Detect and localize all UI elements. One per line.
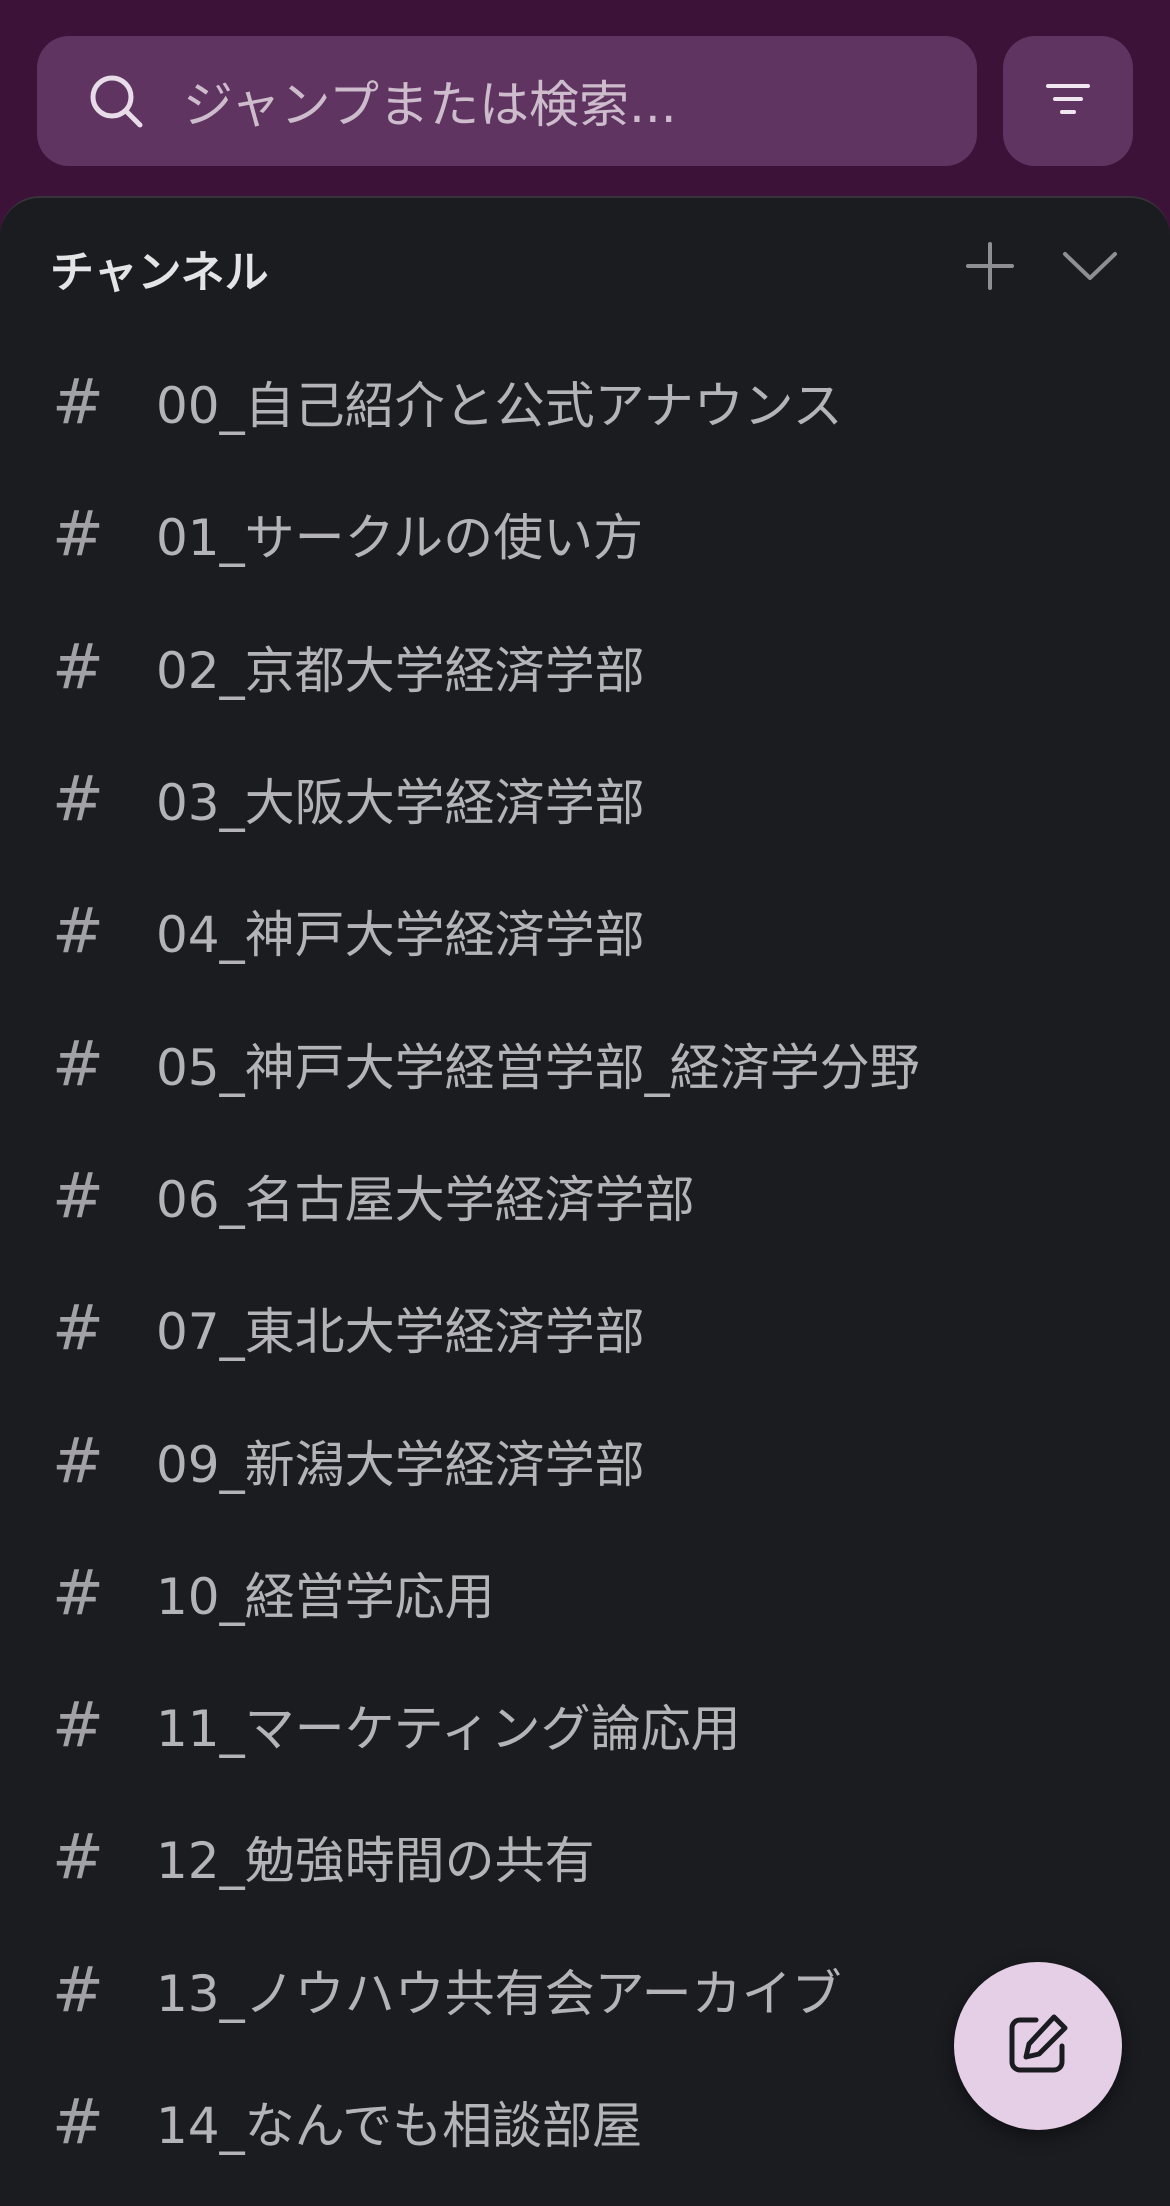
channel-name: 04_神戸大学経済学部 xyxy=(156,906,645,965)
search-placeholder: ジャンプまたは検索... xyxy=(183,76,677,134)
add-channel-button[interactable] xyxy=(950,228,1030,308)
channel-item[interactable]: # 04_神戸大学経済学部 xyxy=(0,865,1170,997)
channel-item[interactable]: # 06_名古屋大学経済学部 xyxy=(0,1130,1170,1262)
channel-item[interactable]: # 05_神戸大学経営学部_経済学分野 xyxy=(0,997,1170,1129)
channel-name: 05_神戸大学経営学部_経済学分野 xyxy=(156,1038,920,1097)
channel-name: 12_勉強時間の共有 xyxy=(156,1832,595,1891)
hash-icon: # xyxy=(52,1952,104,2026)
hash-icon: # xyxy=(52,762,104,836)
section-title[interactable]: チャンネル xyxy=(50,236,930,300)
channel-name: 13_ノウハウ共有会アーカイブ xyxy=(156,1964,842,2023)
hash-icon: # xyxy=(52,497,104,571)
channel-item[interactable]: # 07_東北大学経済学部 xyxy=(0,1262,1170,1394)
channel-item[interactable]: # 09_新潟大学経済学部 xyxy=(0,1394,1170,1526)
channel-item[interactable]: # 02_京都大学経済学部 xyxy=(0,601,1170,733)
hash-icon: # xyxy=(52,1291,104,1365)
channels-panel: チャンネル # 00_自己紹介と公式アナウンス # 01_サークルの使い方 # … xyxy=(0,196,1170,2206)
channel-name: 06_名古屋大学経済学部 xyxy=(156,1170,695,1229)
channel-item[interactable]: # 10_経営学応用 xyxy=(0,1527,1170,1659)
channel-name: 03_大阪大学経済学部 xyxy=(156,774,645,833)
hash-icon: # xyxy=(52,1026,104,1100)
filter-button[interactable] xyxy=(1003,36,1133,166)
collapse-section-button[interactable] xyxy=(1050,228,1130,308)
hash-icon: # xyxy=(52,1820,104,1894)
channel-list: # 00_自己紹介と公式アナウンス # 01_サークルの使い方 # 02_京都大… xyxy=(0,336,1170,2188)
channel-item[interactable]: # 01_サークルの使い方 xyxy=(0,468,1170,600)
top-bar: ジャンプまたは検索... xyxy=(0,0,1170,200)
channel-name: 00_自己紹介と公式アナウンス xyxy=(156,377,843,436)
channel-item[interactable]: # 12_勉強時間の共有 xyxy=(0,1791,1170,1923)
section-header: チャンネル xyxy=(50,228,1130,308)
compose-icon xyxy=(1006,2012,1070,2080)
channel-name: 01_サークルの使い方 xyxy=(156,509,644,568)
channel-name: 07_東北大学経済学部 xyxy=(156,1303,645,1362)
hash-icon: # xyxy=(52,365,104,439)
chevron-down-icon xyxy=(1062,250,1118,286)
channel-name: 11_マーケティング論応用 xyxy=(156,1700,741,1759)
plus-icon xyxy=(966,242,1014,294)
hash-icon: # xyxy=(52,894,104,968)
compose-button[interactable] xyxy=(954,1962,1122,2130)
channel-item[interactable]: # 00_自己紹介と公式アナウンス xyxy=(0,336,1170,468)
hash-icon: # xyxy=(52,629,104,703)
hash-icon: # xyxy=(52,1555,104,1629)
hash-icon: # xyxy=(52,2085,104,2158)
hash-icon: # xyxy=(52,1688,104,1762)
hash-icon: # xyxy=(52,1158,104,1232)
search-bar[interactable]: ジャンプまたは検索... xyxy=(37,36,977,166)
channel-item[interactable]: # 03_大阪大学経済学部 xyxy=(0,733,1170,865)
channel-name: 09_新潟大学経済学部 xyxy=(156,1435,645,1494)
hash-icon: # xyxy=(52,1423,104,1497)
channel-name: 14_なんでも相談部屋 xyxy=(156,2097,643,2155)
channel-name: 10_経営学応用 xyxy=(156,1567,495,1626)
filter-icon xyxy=(1045,79,1091,123)
channel-item[interactable]: # 11_マーケティング論応用 xyxy=(0,1659,1170,1791)
channel-name: 02_京都大学経済学部 xyxy=(156,641,645,700)
search-icon xyxy=(85,70,147,132)
